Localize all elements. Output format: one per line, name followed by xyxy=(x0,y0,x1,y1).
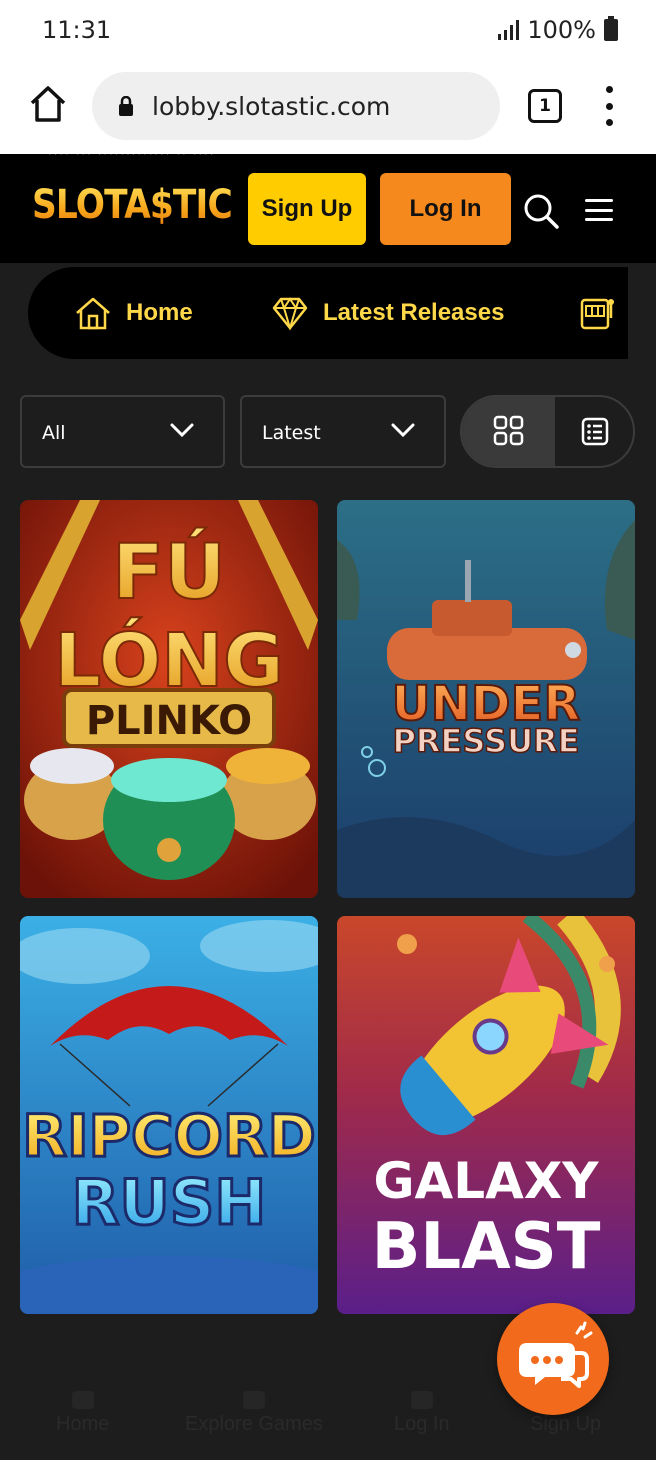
game-title-line2: RUSH xyxy=(72,1166,267,1239)
status-time: 11:31 xyxy=(42,16,112,44)
game-tile-ripcord-rush[interactable]: RIPCORD RUSH xyxy=(20,916,318,1314)
user-icon xyxy=(410,1391,433,1409)
category-latest-label: Latest Releases xyxy=(323,299,505,326)
game-title-line2: PRESSURE xyxy=(392,722,579,760)
sort-value: Latest xyxy=(262,422,321,444)
game-tile-under-pressure[interactable]: UNDER PRESSURE xyxy=(337,500,635,898)
bottom-nav-signup-label: Sign Up xyxy=(530,1413,602,1435)
bottom-nav-log-in[interactable]: Log In xyxy=(394,1391,450,1436)
game-art-under-pressure: UNDER PRESSURE xyxy=(337,500,635,898)
signal-icon xyxy=(498,20,520,40)
battery-icon xyxy=(604,16,618,41)
bottom-nav-home[interactable]: Home xyxy=(56,1391,109,1436)
game-type-select[interactable]: All xyxy=(20,395,225,468)
category-nav: Home Latest Releases xyxy=(28,267,628,359)
game-title-line1: FÚ xyxy=(112,526,226,616)
browser-home-icon[interactable] xyxy=(28,84,68,124)
browser-toolbar: lobby.slotastic.com 1 xyxy=(0,62,656,154)
hamburger-menu-icon[interactable] xyxy=(585,199,613,221)
site-logo[interactable]: SLOTA$TIC xyxy=(32,182,233,228)
chevron-down-icon xyxy=(170,423,194,438)
slot-machine-icon xyxy=(580,298,614,330)
home-icon xyxy=(76,297,110,330)
view-toggle xyxy=(460,395,635,468)
battery-percent: 100% xyxy=(527,16,596,44)
search-icon[interactable] xyxy=(522,192,560,230)
game-art-fu-long-plinko: FÚ LÓNG PLINKO xyxy=(20,500,318,898)
game-tile-fu-long-plinko[interactable]: FÚ LÓNG PLINKO xyxy=(20,500,318,898)
grid-view-button[interactable] xyxy=(462,397,555,466)
address-bar[interactable]: lobby.slotastic.com xyxy=(92,72,500,140)
status-bar: 11:31 100% xyxy=(0,0,656,62)
chat-bubble-icon xyxy=(519,1321,593,1388)
live-chat-button[interactable] xyxy=(497,1303,609,1415)
tab-switcher-button[interactable]: 1 xyxy=(528,89,562,123)
game-title-line3: PLINKO xyxy=(86,698,252,744)
category-latest-releases[interactable]: Latest Releases xyxy=(271,267,504,359)
home-icon xyxy=(71,1391,94,1409)
bottom-nav-explore-games[interactable]: Explore Games xyxy=(185,1391,323,1436)
sort-select[interactable]: Latest xyxy=(240,395,446,468)
game-title-line1: GALAXY xyxy=(373,1152,599,1210)
lock-icon xyxy=(119,96,133,116)
header-ticker: ···· ··· ············· ·· ···· xyxy=(48,154,216,160)
log-in-button[interactable]: Log In xyxy=(380,173,511,245)
search-icon xyxy=(242,1391,265,1409)
game-title-line2: BLAST xyxy=(372,1210,601,1284)
more-options-icon[interactable] xyxy=(602,86,616,126)
url-text: lobby.slotastic.com xyxy=(152,92,391,121)
game-art-galaxy-blast: GALAXY BLAST xyxy=(337,916,635,1314)
site-header: ···· ··· ············· ·· ···· SLOTA$TIC… xyxy=(0,154,656,263)
bottom-nav-home-label: Home xyxy=(56,1413,110,1435)
diamond-icon xyxy=(272,297,308,330)
bottom-nav-explore-label: Explore Games xyxy=(185,1413,323,1435)
chevron-down-icon xyxy=(391,423,415,438)
game-type-value: All xyxy=(42,422,66,444)
game-tile-galaxy-blast[interactable]: GALAXY BLAST xyxy=(337,916,635,1314)
status-indicators: 100% xyxy=(498,16,618,44)
game-art-ripcord-rush: RIPCORD RUSH xyxy=(20,916,318,1314)
bottom-nav-login-label: Log In xyxy=(394,1413,450,1435)
sign-up-button[interactable]: Sign Up xyxy=(248,173,366,245)
category-slots[interactable] xyxy=(580,267,616,359)
grid-view-icon xyxy=(493,415,524,446)
game-title-line1: RIPCORD xyxy=(22,1102,315,1170)
list-view-button[interactable] xyxy=(555,397,633,466)
list-view-icon xyxy=(581,417,609,446)
category-home-label: Home xyxy=(126,299,193,326)
category-home[interactable]: Home xyxy=(74,267,193,359)
